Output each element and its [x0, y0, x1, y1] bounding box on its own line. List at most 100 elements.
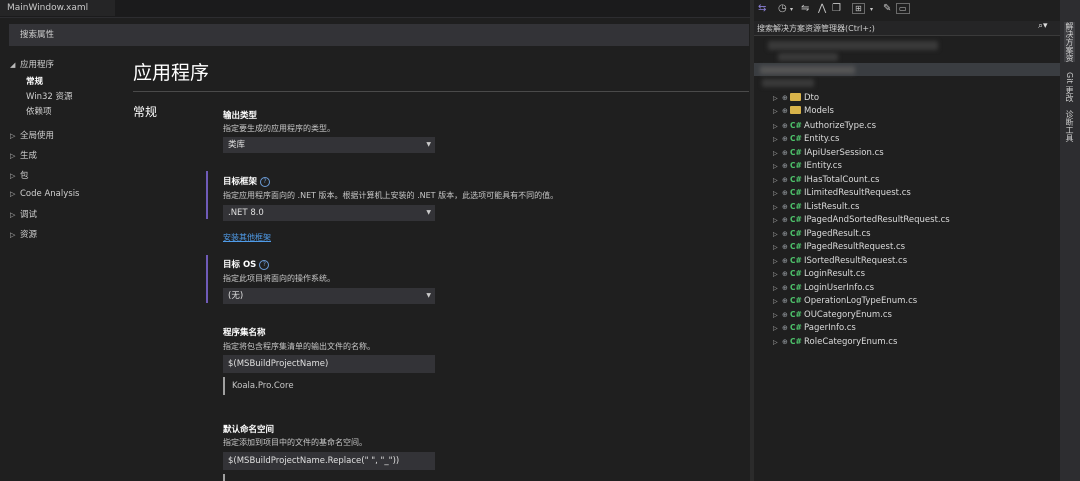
section-title: 常规	[133, 105, 158, 119]
csharp-file-icon: C#	[790, 242, 802, 251]
folder-icon	[790, 93, 801, 101]
chevron-down-icon[interactable]: ▾	[790, 6, 793, 13]
tree-item-folder[interactable]: ▷ ⊕ Dto	[773, 92, 819, 105]
tree-item-file[interactable]: ▷ ⊕ C# LoginUserInfo.cs	[773, 281, 874, 294]
side-tab-solution-explorer[interactable]: 解决方案资源管理器	[1064, 22, 1075, 62]
chevron-right-icon: ▷	[10, 211, 16, 219]
lock-icon: ⊕	[782, 216, 788, 224]
obscured-tree-row	[760, 66, 855, 74]
expand-arrow-icon[interactable]: ▷	[773, 105, 782, 118]
side-tab-git-changes[interactable]: Git 更改	[1064, 72, 1075, 102]
tree-item-file[interactable]: ▷ ⊕ C# AuthorizeType.cs	[773, 119, 876, 132]
tree-item-file[interactable]: ▷ ⊕ C# IListResult.cs	[773, 200, 859, 213]
document-tab[interactable]: MainWindow.xaml	[0, 0, 115, 16]
output-type-description: 指定要生成的应用程序的类型。	[223, 124, 335, 133]
folder-icon	[790, 106, 801, 114]
lock-icon: ⊕	[782, 189, 788, 197]
tree-item-file[interactable]: ▷ ⊕ C# RoleCategoryEnum.cs	[773, 335, 897, 348]
expand-arrow-icon[interactable]: ▷	[773, 133, 782, 146]
preview-bar	[223, 474, 225, 481]
target-os-description: 指定此项目将面向的操作系统。	[223, 274, 335, 283]
tree-item-file[interactable]: ▷ ⊕ C# IApiUserSession.cs	[773, 146, 884, 159]
nav-group-code-analysis[interactable]: ▷ Code Analysis	[10, 189, 79, 199]
nav-group-application[interactable]: ◢ 应用程序	[10, 58, 54, 70]
tree-item-file[interactable]: ▷ ⊕ C# IHasTotalCount.cs	[773, 173, 879, 186]
tree-item-file[interactable]: ▷ ⊕ C# LoginResult.cs	[773, 267, 865, 280]
tree-item-folder[interactable]: ▷ ⊕ Models	[773, 105, 834, 118]
obscured-tree-row	[762, 79, 814, 87]
tree-item-file[interactable]: ▷ ⊕ C# IPagedResultRequest.cs	[773, 240, 905, 253]
csharp-file-icon: C#	[790, 175, 802, 184]
solution-explorer-search[interactable]: 搜索解决方案资源管理器(Ctrl+;)	[754, 21, 1060, 36]
search-properties-input[interactable]: 搜索属性	[9, 24, 749, 46]
nav-group-build[interactable]: ▷ 生成	[10, 149, 37, 161]
filter-icon[interactable]: ⊞	[852, 3, 865, 14]
nav-item-general[interactable]: 常规	[26, 75, 43, 87]
chevron-right-icon: ▷	[10, 132, 16, 140]
wrench-icon[interactable]: ✎	[883, 3, 891, 14]
expand-arrow-icon[interactable]: ▷	[773, 214, 782, 227]
expand-arrow-icon[interactable]: ▷	[773, 187, 782, 200]
csharp-file-icon: C#	[790, 323, 802, 332]
lock-icon: ⊕	[782, 338, 788, 346]
csharp-file-icon: C#	[790, 256, 802, 265]
tree-item-file[interactable]: ▷ ⊕ C# ILimitedResultRequest.cs	[773, 186, 911, 199]
tree-item-file[interactable]: ▷ ⊕ C# OUCategoryEnum.cs	[773, 308, 892, 321]
search-icon[interactable]: ⌕▾	[1038, 21, 1048, 31]
csharp-file-icon: C#	[790, 161, 802, 170]
dropdown-caret-icon: ▼	[426, 141, 431, 148]
nav-group-package[interactable]: ▷ 包	[10, 169, 29, 181]
tree-item-file[interactable]: ▷ ⊕ C# IEntity.cs	[773, 159, 842, 172]
page-title: 应用程序	[133, 62, 210, 84]
help-icon[interactable]: ?	[259, 260, 270, 270]
tree-item-file[interactable]: ▷ ⊕ C# IPagedResult.cs	[773, 227, 871, 240]
back-icon[interactable]: ⇋	[801, 3, 809, 14]
preview-toggle-icon[interactable]: ▭	[896, 3, 910, 14]
chevron-down-icon: ◢	[10, 61, 16, 69]
lock-icon: ⊕	[782, 135, 788, 143]
collapse-icon[interactable]: ⋀	[818, 3, 826, 14]
expand-arrow-icon[interactable]: ▷	[773, 92, 782, 105]
tree-item-file[interactable]: ▷ ⊕ C# PagerInfo.cs	[773, 321, 856, 334]
expand-arrow-icon[interactable]: ▷	[773, 241, 782, 254]
target-framework-dropdown[interactable]: .NET 8.0 ▼	[223, 205, 435, 221]
nav-item-dependencies[interactable]: 依赖项	[26, 105, 52, 117]
csharp-file-icon: C#	[790, 310, 802, 319]
expand-arrow-icon[interactable]: ▷	[773, 295, 782, 308]
side-tab-diagnostic-tools[interactable]: 诊断工具	[1064, 110, 1075, 142]
install-frameworks-link[interactable]: 安装其他框架	[223, 232, 271, 243]
nav-group-debug[interactable]: ▷ 调试	[10, 208, 37, 220]
dropdown-caret-icon: ▼	[426, 209, 431, 216]
title-divider	[133, 91, 749, 92]
target-os-dropdown[interactable]: (无) ▼	[223, 288, 435, 304]
history-icon[interactable]: ◷	[778, 3, 787, 14]
csharp-file-icon: C#	[790, 337, 802, 346]
output-type-dropdown[interactable]: 类库 ▼	[223, 137, 435, 153]
copy-icon[interactable]: ❐	[832, 3, 841, 14]
assembly-name-input[interactable]: $(MSBuildProjectName)	[223, 355, 435, 373]
tree-item-file[interactable]: ▷ ⊕ C# Entity.cs	[773, 132, 839, 145]
help-icon[interactable]: ?	[260, 177, 271, 187]
expand-arrow-icon[interactable]: ▷	[773, 160, 782, 173]
tree-item-file[interactable]: ▷ ⊕ C# IPagedAndSortedResultRequest.cs	[773, 213, 950, 226]
nav-group-resources[interactable]: ▷ 资源	[10, 228, 37, 240]
modified-indicator-bar	[206, 171, 208, 219]
expand-arrow-icon[interactable]: ▷	[773, 322, 782, 335]
csharp-file-icon: C#	[790, 229, 802, 238]
tree-item-file[interactable]: ▷ ⊕ C# ISortedResultRequest.cs	[773, 254, 907, 267]
csharp-file-icon: C#	[790, 215, 802, 224]
sync-icon[interactable]: ⇆	[758, 3, 766, 14]
lock-icon: ⊕	[782, 243, 788, 251]
expand-arrow-icon[interactable]: ▷	[773, 336, 782, 349]
default-namespace-input[interactable]: $(MSBuildProjectName.Replace(" ", "_"))	[223, 452, 435, 470]
csharp-file-icon: C#	[790, 148, 802, 157]
lock-icon: ⊕	[782, 270, 788, 278]
dropdown-caret-icon: ▼	[426, 292, 431, 299]
tree-item-file[interactable]: ▷ ⊕ C# OperationLogTypeEnum.cs	[773, 294, 917, 307]
nav-item-win32-resources[interactable]: Win32 资源	[26, 90, 73, 102]
lock-icon: ⊕	[782, 162, 788, 170]
chevron-down-icon[interactable]: ▾	[870, 6, 873, 13]
expand-arrow-icon[interactable]: ▷	[773, 268, 782, 281]
nav-group-global-usings[interactable]: ▷ 全局使用	[10, 129, 54, 141]
default-namespace-label: 默认命名空间	[223, 425, 275, 435]
